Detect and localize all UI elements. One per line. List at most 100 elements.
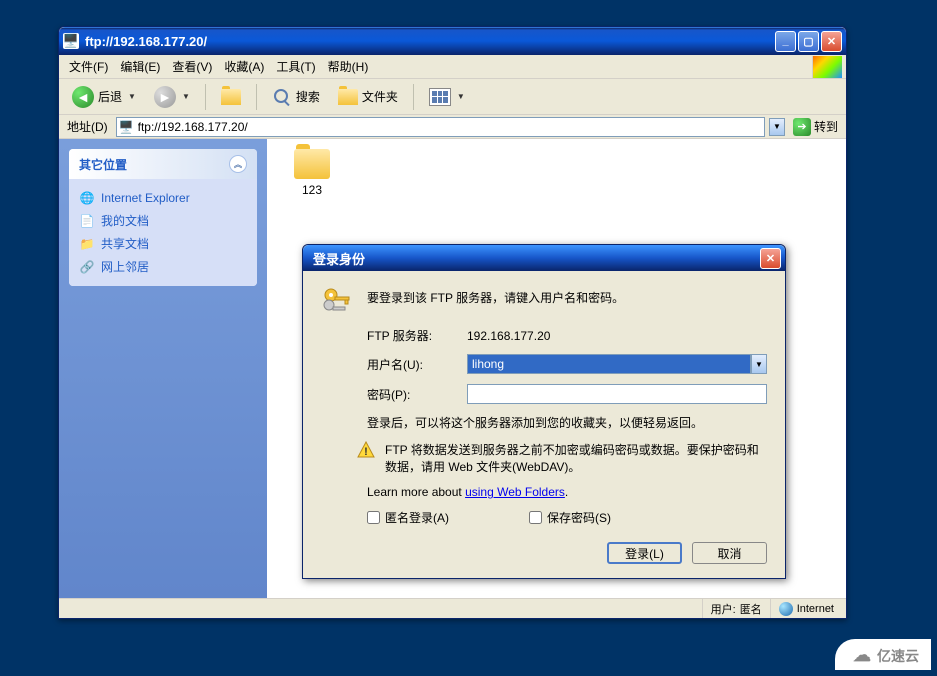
search-label: 搜索 [296, 88, 320, 105]
menu-tools[interactable]: 工具(T) [270, 56, 321, 77]
server-row: FTP 服务器: 192.168.177.20 [367, 327, 767, 344]
minimize-button[interactable]: _ [775, 31, 796, 52]
menu-file[interactable]: 文件(F) [63, 56, 114, 77]
cloud-icon: ☁ [853, 645, 871, 666]
sidebar-item-mydocs[interactable]: 📄 我的文档 [79, 209, 247, 232]
anonymous-label: 匿名登录(A) [385, 509, 449, 526]
dialog-buttons: 登录(L) 取消 [367, 542, 767, 564]
addressbar: 地址(D) 🖥️ ▼ ➔ 转到 [59, 115, 846, 139]
dialog-titlebar[interactable]: 登录身份 ✕ [303, 245, 785, 271]
address-label: 地址(D) [63, 118, 112, 135]
chevron-down-icon: ▼ [182, 92, 190, 101]
titlebar[interactable]: 🖥️ ftp://192.168.177.20/ _ ▢ ✕ [59, 27, 846, 55]
collapse-icon[interactable]: ︽ [229, 155, 247, 173]
folder-up-icon [221, 89, 241, 105]
ftp-icon: 🖥️ [119, 120, 134, 134]
folders-button[interactable]: 文件夹 [331, 84, 405, 109]
dialog-title: 登录身份 [307, 249, 760, 268]
server-label: FTP 服务器: [367, 327, 467, 344]
menu-edit[interactable]: 编辑(E) [114, 56, 166, 77]
sidebar-item-network[interactable]: 🔗 网上邻居 [79, 255, 247, 278]
ie-icon: 🌐 [79, 190, 95, 206]
username-dropdown[interactable]: ▼ [751, 354, 767, 374]
address-dropdown[interactable]: ▼ [769, 118, 785, 136]
warning-text: FTP 将数据发送到服务器之前不加密或编码密码或数据。要保护密码和数据，请用 W… [385, 441, 767, 475]
back-icon: ◄ [72, 86, 94, 108]
save-password-checkbox-input[interactable] [529, 511, 542, 524]
status-user-label: 用户: [711, 601, 736, 617]
folders-label: 文件夹 [362, 88, 398, 105]
chevron-down-icon: ▼ [457, 92, 465, 101]
side-panel-header[interactable]: 其它位置 ︽ [69, 149, 257, 179]
password-row: 密码(P): [367, 384, 767, 404]
go-label: 转到 [814, 118, 838, 135]
side-panel-other-places: 其它位置 ︽ 🌐 Internet Explorer 📄 我的文档 📁 共享文档 [69, 149, 257, 286]
learn-more-row: Learn more about using Web Folders. [367, 485, 767, 499]
go-icon: ➔ [793, 118, 811, 136]
sidebar-item-label: 共享文档 [101, 235, 149, 252]
sidebar-item-label: Internet Explorer [101, 191, 190, 205]
login-dialog: 登录身份 ✕ 要登录到该 FTP 服务器，请键入用户名和密码。 FTP 服务器:… [302, 244, 786, 579]
password-label: 密码(P): [367, 386, 467, 403]
address-field-wrap: 🖥️ [116, 117, 765, 137]
windows-logo-icon [812, 56, 842, 78]
search-button[interactable]: 搜索 [265, 83, 327, 111]
forward-icon: ► [154, 86, 176, 108]
username-input[interactable] [467, 354, 751, 374]
maximize-button[interactable]: ▢ [798, 31, 819, 52]
learn-link[interactable]: using Web Folders [465, 485, 565, 499]
menu-help[interactable]: 帮助(H) [322, 56, 375, 77]
chevron-down-icon: ▼ [128, 92, 136, 101]
views-button[interactable]: ▼ [422, 84, 472, 110]
side-panel-body: 🌐 Internet Explorer 📄 我的文档 📁 共享文档 🔗 网上邻居 [69, 179, 257, 286]
window-title: ftp://192.168.177.20/ [85, 34, 775, 49]
document-icon: 📄 [79, 213, 95, 229]
views-icon [429, 88, 451, 106]
anonymous-checkbox-input[interactable] [367, 511, 380, 524]
status-zone: Internet [770, 599, 842, 618]
go-button[interactable]: ➔ 转到 [789, 118, 842, 136]
watermark-text: 亿速云 [877, 646, 919, 666]
folder-item[interactable]: 123 [277, 149, 347, 197]
svg-text:!: ! [364, 446, 368, 458]
save-password-checkbox[interactable]: 保存密码(S) [529, 509, 611, 526]
folder-icon: 📁 [79, 236, 95, 252]
back-label: 后退 [98, 88, 122, 105]
anonymous-checkbox[interactable]: 匿名登录(A) [367, 509, 449, 526]
status-user: 用户: 匿名 [702, 599, 770, 618]
watermark: ☁ 亿速云 [835, 639, 931, 670]
sidebar-item-ie[interactable]: 🌐 Internet Explorer [79, 187, 247, 209]
sidebar-item-label: 网上邻居 [101, 258, 149, 275]
up-button[interactable] [214, 85, 248, 109]
menu-view[interactable]: 查看(V) [166, 56, 218, 77]
learn-prefix: Learn more about [367, 485, 465, 499]
warning-row: ! FTP 将数据发送到服务器之前不加密或编码密码或数据。要保护密码和数据，请用… [321, 441, 767, 475]
forward-button[interactable]: ► ▼ [147, 82, 197, 112]
separator [205, 84, 206, 110]
separator [256, 84, 257, 110]
keys-icon [321, 285, 353, 317]
toolbar: ◄ 后退 ▼ ► ▼ 搜索 文件夹 ▼ [59, 79, 846, 115]
password-input[interactable] [467, 384, 767, 404]
dialog-intro: 要登录到该 FTP 服务器，请键入用户名和密码。 [367, 285, 767, 317]
menubar: 文件(F) 编辑(E) 查看(V) 收藏(A) 工具(T) 帮助(H) [59, 55, 846, 79]
separator [413, 84, 414, 110]
login-button[interactable]: 登录(L) [607, 542, 682, 564]
close-button[interactable]: ✕ [821, 31, 842, 52]
sidebar-item-shared[interactable]: 📁 共享文档 [79, 232, 247, 255]
server-value: 192.168.177.20 [467, 329, 550, 343]
status-user-value: 匿名 [740, 601, 762, 617]
search-icon [272, 87, 292, 107]
menu-favorites[interactable]: 收藏(A) [218, 56, 270, 77]
back-button[interactable]: ◄ 后退 ▼ [65, 82, 143, 112]
checkbox-row: 匿名登录(A) 保存密码(S) [367, 509, 767, 526]
folder-label: 123 [277, 183, 347, 197]
cancel-button[interactable]: 取消 [692, 542, 767, 564]
globe-icon [779, 602, 793, 616]
status-zone-label: Internet [797, 603, 834, 615]
side-panel-title: 其它位置 [79, 156, 127, 173]
warning-icon: ! [357, 441, 375, 459]
dialog-close-button[interactable]: ✕ [760, 248, 781, 269]
username-row: 用户名(U): ▼ [367, 354, 767, 374]
address-input[interactable] [134, 120, 762, 134]
